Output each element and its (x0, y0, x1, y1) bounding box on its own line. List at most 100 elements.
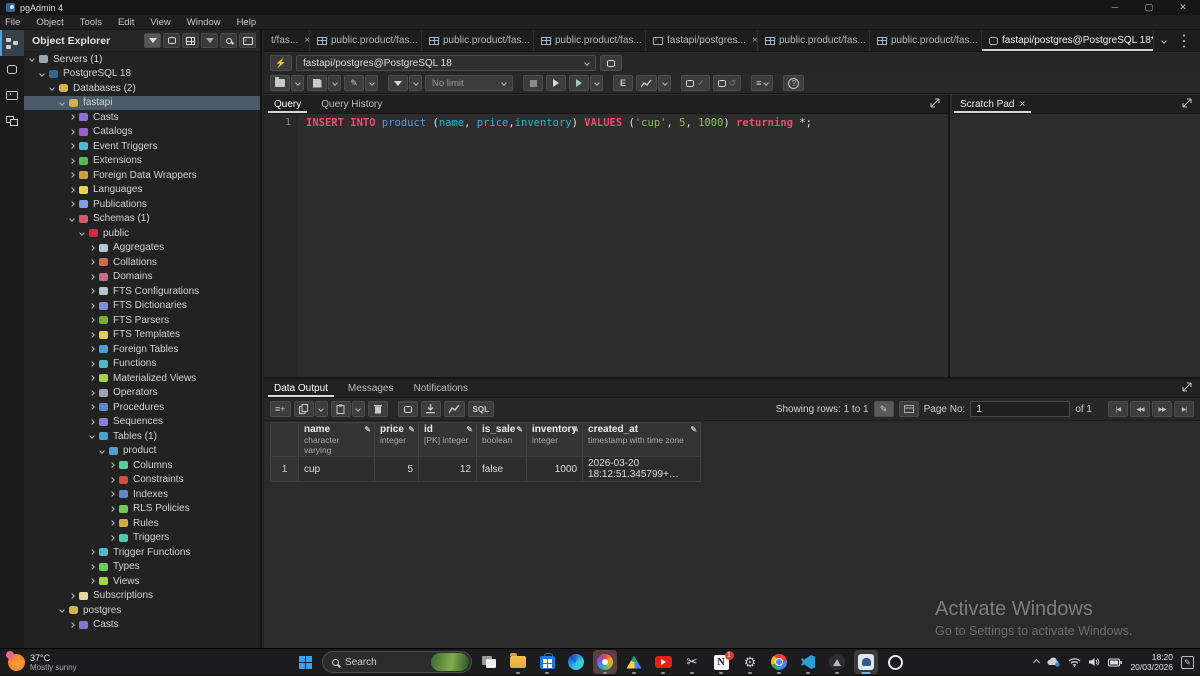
column-header-is_sale[interactable]: is_sale boolean ✎ (476, 422, 527, 457)
tree-item-operators[interactable]: Operators (24, 386, 260, 401)
edit-column-icon[interactable]: ✎ (364, 425, 371, 434)
macros-button[interactable]: ≡ (751, 75, 774, 91)
volume-icon[interactable] (1089, 657, 1100, 667)
tab-data-output[interactable]: Data Output (264, 379, 338, 397)
tree-expander-icon[interactable] (109, 476, 115, 483)
expand-icon[interactable] (1182, 379, 1192, 397)
cell-inventory[interactable]: 1000 (525, 456, 584, 482)
open-file-button[interactable] (270, 75, 290, 91)
column-header-id[interactable]: id [PK] integer ✎ (418, 422, 477, 457)
tree-item-functions[interactable]: Functions (24, 357, 260, 372)
prev-page-button[interactable]: ◀◀ (1130, 401, 1150, 417)
cell-is_sale[interactable]: false (476, 456, 527, 482)
tree-item-columns[interactable]: Columns (24, 458, 260, 473)
add-row-button[interactable]: ≡+ (270, 401, 291, 417)
commit-button[interactable]: ✓ (681, 75, 710, 91)
youtube-icon[interactable] (651, 650, 675, 674)
edit-data-button[interactable]: ✎ (873, 401, 894, 417)
execute-script-button[interactable] (569, 75, 589, 91)
psql-tool-icon[interactable] (0, 82, 24, 108)
tree-item-postgresql-18[interactable]: PostgreSQL 18 (24, 67, 260, 82)
tab-query[interactable]: Query (264, 95, 311, 113)
filter-icon[interactable] (144, 33, 161, 48)
menu-tools[interactable]: Tools (72, 15, 110, 30)
copy-menu-button[interactable] (314, 401, 328, 417)
onedrive-icon[interactable] (1047, 657, 1061, 667)
tree-item-casts[interactable]: Casts (24, 110, 260, 125)
microsoft-store-icon[interactable] (535, 650, 559, 674)
file-explorer-icon[interactable] (506, 650, 530, 674)
tree-item-catalogs[interactable]: Catalogs (24, 125, 260, 140)
explain-analyze-button[interactable] (636, 75, 657, 91)
tree-item-fts-configurations[interactable]: FTS Configurations (24, 284, 260, 299)
edit-column-icon[interactable]: ✎ (572, 425, 579, 434)
tree-item-trigger-functions[interactable]: Trigger Functions (24, 545, 260, 560)
tree-expander-icon[interactable] (49, 85, 55, 92)
column-header-created_at[interactable]: created_at timestamp with time zone ✎ (582, 422, 702, 457)
tree-item-foreign-data-wrappers[interactable]: Foreign Data Wrappers (24, 168, 260, 183)
edit-column-icon[interactable]: ✎ (408, 425, 415, 434)
save-button[interactable] (307, 75, 327, 91)
close-icon[interactable]: × (1019, 99, 1025, 110)
view-data-icon[interactable] (182, 33, 199, 48)
edge-icon[interactable] (564, 650, 588, 674)
tree-expander-icon[interactable] (59, 607, 65, 614)
page-number-input[interactable] (970, 401, 1071, 417)
first-page-button[interactable]: |◀ (1108, 401, 1128, 417)
menu-view[interactable]: View (142, 15, 178, 30)
tree-expander-icon[interactable] (109, 520, 115, 527)
tree-expander-icon[interactable] (109, 534, 115, 541)
tree-item-product[interactable]: product (24, 444, 260, 459)
execute-button[interactable] (546, 75, 566, 91)
edit-column-icon[interactable]: ✎ (516, 425, 523, 434)
search-icon[interactable] (220, 33, 237, 48)
execute-options-button[interactable] (590, 75, 603, 91)
tree-expander-icon[interactable] (89, 404, 95, 411)
query-tool-tab-6[interactable]: public.product/fas...× (870, 30, 982, 51)
close-button[interactable]: ✕ (1166, 0, 1200, 15)
tab-menu-icon[interactable]: ⋮ (1176, 31, 1192, 51)
cell-name[interactable]: cup (298, 456, 375, 482)
row-limit-select[interactable]: No limit (425, 75, 513, 91)
tree-expander-icon[interactable] (69, 128, 75, 135)
paste-button[interactable] (330, 401, 351, 417)
rollback-button[interactable]: ↺ (712, 75, 742, 91)
tree-expander-icon[interactable] (69, 621, 75, 628)
tree-item-event-triggers[interactable]: Event Triggers (24, 139, 260, 154)
query-tool-tab-2[interactable]: public.product/fas...× (422, 30, 534, 51)
more-tabs-icon[interactable] (1161, 37, 1167, 44)
cancel-query-button[interactable] (523, 75, 543, 91)
battery-icon[interactable] (1108, 658, 1123, 667)
tree-expander-icon[interactable] (109, 462, 115, 469)
taskbar-search[interactable]: Search (322, 651, 472, 673)
last-page-button[interactable]: ▶| (1174, 401, 1194, 417)
scratch-pad-tab[interactable]: Scratch Pad × (952, 95, 1033, 113)
tree-expander-icon[interactable] (89, 418, 95, 425)
minimize-button[interactable]: ─ (1098, 0, 1132, 15)
tree-expander-icon[interactable] (89, 331, 95, 338)
download-button[interactable] (420, 401, 441, 417)
tree-expander-icon[interactable] (89, 360, 95, 367)
notion-icon[interactable]: N1 (709, 650, 734, 674)
edit-button[interactable]: ✎ (344, 75, 364, 91)
tree-item-fastapi[interactable]: fastapi (24, 95, 260, 110)
tree-item-casts[interactable]: Casts (24, 618, 260, 633)
tree-expander-icon[interactable] (89, 433, 95, 440)
wifi-icon[interactable] (1068, 657, 1081, 667)
tree-item-tables-1-[interactable]: Tables (1) (24, 429, 260, 444)
maximize-button[interactable]: ▢ (1132, 0, 1166, 15)
chrome-icon[interactable] (767, 650, 791, 674)
query-tool-icon[interactable] (163, 33, 180, 48)
menu-object[interactable]: Object (28, 15, 71, 30)
cell-price[interactable]: 5 (374, 456, 419, 482)
vscode-icon[interactable] (796, 650, 820, 674)
tree-expander-icon[interactable] (69, 186, 75, 193)
tree-item-sequences[interactable]: Sequences (24, 415, 260, 430)
tree-item-views[interactable]: Views (24, 574, 260, 589)
tree-expander-icon[interactable] (89, 375, 95, 382)
tree-expander-icon[interactable] (89, 288, 95, 295)
tree-expander-icon[interactable] (39, 70, 45, 77)
expand-icon[interactable] (1182, 95, 1192, 113)
new-connection-button[interactable] (600, 55, 622, 71)
explain-button[interactable]: E (613, 75, 633, 91)
